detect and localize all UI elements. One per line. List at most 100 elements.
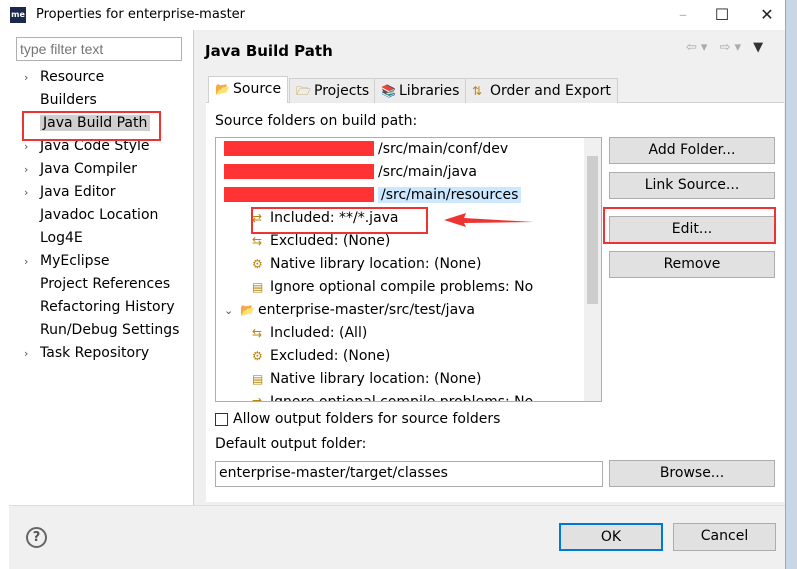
order-icon: ⇅ [472, 84, 483, 98]
tab-order-export[interactable]: ⇅ Order and Export [465, 78, 618, 103]
sidebar-item[interactable]: Javadoc Location [24, 205, 158, 225]
annotation-highlight-edit [603, 207, 776, 244]
sidebar-item-label: Run/Debug Settings [40, 322, 180, 338]
filter-icon: ▤ [252, 372, 264, 386]
tree-row-label: Native library location: (None) [270, 371, 482, 387]
tab-projects[interactable]: 🗁 Projects [289, 78, 377, 103]
tree-row-label: Native library location: (None) [270, 256, 482, 272]
source-folder-icon: 📂 [215, 82, 230, 96]
tree-row[interactable]: ⚙ Native library location: (None) [252, 253, 481, 275]
browse-button[interactable]: Browse... [609, 460, 775, 487]
tree-row[interactable]: ⌄📂/src/main/resources [224, 184, 522, 206]
history-nav[interactable]: ⇦▾ ⇨▾ ▼ [686, 40, 767, 55]
tree-row[interactable]: 📂/src/main/conf/dev [224, 138, 508, 160]
sidebar-item[interactable]: › Java Compiler [24, 159, 137, 179]
cancel-button[interactable]: Cancel [673, 523, 776, 551]
tree-row-label: Ignore optional compile problems: No [270, 279, 534, 295]
tree-row[interactable]: ▤ Ignore optional compile problems: No [252, 276, 533, 298]
tree-row-label: /src/main/conf/dev [378, 141, 509, 157]
chevron-right-icon[interactable]: › [24, 68, 40, 88]
default-output-input[interactable]: enterprise-master/target/classes [215, 461, 603, 487]
tree-row-label: enterprise-master/src/test/java [258, 302, 476, 318]
tree-scrollbar[interactable] [584, 138, 601, 401]
scrollbar-thumb[interactable] [587, 156, 598, 304]
tab-source[interactable]: 📂 Source [208, 76, 289, 103]
ok-button[interactable]: OK [559, 523, 663, 551]
add-folder-button[interactable]: Add Folder... [609, 137, 775, 164]
filter-icon: ⚙ [252, 349, 263, 363]
sidebar-item[interactable]: › Java Editor [24, 182, 115, 202]
filter-input[interactable] [16, 37, 182, 61]
allow-output-checkbox[interactable] [215, 413, 228, 426]
library-icon: 📚 [381, 84, 396, 98]
sidebar-item[interactable]: Builders [24, 90, 97, 110]
background-window [785, 0, 797, 569]
redaction-mark [224, 141, 374, 156]
sidebar-item[interactable]: Project References [24, 274, 170, 294]
tree-row[interactable]: ⇆ Included: (All) [252, 322, 367, 344]
tree-row-label: Excluded: (None) [270, 233, 391, 249]
source-folder-icon: 📂 [240, 303, 255, 317]
tab-label: Libraries [399, 83, 460, 99]
filter-icon: ⇄ [252, 395, 263, 402]
sidebar-item[interactable]: Log4E [24, 228, 83, 248]
sidebar-item-label: MyEclipse [40, 253, 110, 269]
tree-row[interactable]: ⚙ Excluded: (None) [252, 345, 390, 367]
chevron-right-icon[interactable]: › [24, 160, 40, 180]
annotation-highlight-included [251, 207, 428, 234]
tree-row-label: Excluded: (None) [270, 348, 391, 364]
chevron-right-icon[interactable]: › [24, 183, 40, 203]
allow-output-label: Allow output folders for source folders [233, 411, 501, 427]
sidebar-item-label: Java Editor [40, 184, 116, 200]
chevron-right-icon[interactable]: › [24, 252, 40, 272]
source-folders-label: Source folders on build path: [215, 113, 418, 129]
tree-row[interactable]: ▤ Native library location: (None) [252, 368, 481, 390]
sidebar-item[interactable]: Refactoring History [24, 297, 175, 317]
tab-label: Order and Export [490, 83, 611, 99]
sidebar-item-label: Log4E [40, 230, 83, 246]
page-title: Java Build Path [205, 42, 333, 60]
tree-row-label: Ignore optional compile problems: No [270, 394, 534, 402]
project-icon: 🗁 [296, 84, 311, 98]
window-title: Properties for enterprise-master [36, 7, 246, 22]
remove-button[interactable]: Remove [609, 251, 775, 278]
source-folders-tree[interactable]: ⇄ Ignore optional compile problems: No ▤ Na… [215, 137, 602, 402]
tree-row[interactable]: ⌄ 📂 enterprise-master/src/test/java [224, 299, 475, 321]
filter-icon: ▤ [252, 280, 264, 294]
forward-icon[interactable]: ⇨▾ [720, 40, 745, 55]
sidebar-item-label: Project References [40, 276, 171, 292]
sidebar-item-label: Builders [40, 92, 97, 108]
sidebar-item-label: Refactoring History [40, 299, 175, 315]
tree-row[interactable]: ⇄ Ignore optional compile problems: No [252, 391, 534, 402]
tab-label: Projects [314, 83, 370, 99]
redaction-mark [224, 187, 374, 202]
filter-icon: ⇆ [252, 326, 263, 340]
tab-libraries[interactable]: 📚 Libraries [374, 78, 467, 103]
link-source-button[interactable]: Link Source... [609, 172, 775, 199]
annotation-highlight-java-build-path [22, 111, 161, 141]
sidebar-item[interactable]: › Task Repository [24, 343, 149, 363]
annotation-arrow [444, 213, 534, 227]
tree-row-label: Included: (All) [270, 325, 368, 341]
sidebar-item-label: Task Repository [40, 345, 150, 361]
sidebar-item[interactable]: › MyEclipse [24, 251, 109, 271]
sidebar-item-label: Java Compiler [40, 161, 138, 177]
tree-row-label: /src/main/java [378, 164, 477, 180]
tree-row[interactable]: 📂/src/main/java [224, 161, 477, 183]
tree-row-label: /src/main/resources [378, 187, 522, 203]
dialog-footer [9, 505, 785, 569]
chevron-right-icon[interactable]: › [24, 344, 40, 364]
sidebar-item[interactable]: › Resource [24, 67, 104, 87]
filter-icon: ⚙ [252, 257, 263, 271]
maximize-button[interactable]: ☐ [707, 4, 737, 26]
close-button[interactable]: ✕ [752, 4, 782, 26]
redaction-mark [224, 164, 374, 179]
app-icon: me [10, 7, 26, 23]
chevron-down-icon[interactable]: ⌄ [224, 300, 240, 322]
help-icon[interactable]: ? [26, 527, 47, 548]
back-icon[interactable]: ⇦▾ [686, 40, 711, 55]
sidebar-item[interactable]: Run/Debug Settings [24, 320, 179, 340]
minimize-button[interactable]: – [668, 4, 698, 26]
tab-label: Source [233, 81, 282, 97]
menu-icon[interactable]: ▼ [753, 40, 767, 55]
